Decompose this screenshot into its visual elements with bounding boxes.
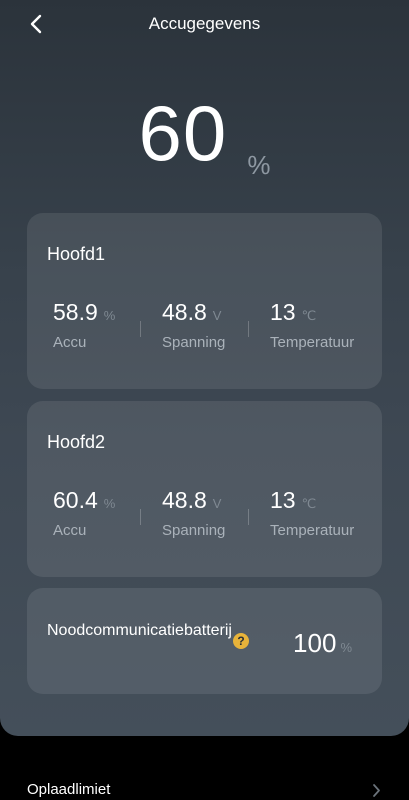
stat-charge: 60.4% Accu bbox=[53, 487, 115, 539]
emergency-battery-value: 100 bbox=[293, 628, 337, 658]
battery-stats: 58.9% Accu 48.8 V Spanning 13 ℃ Temperatuu… bbox=[27, 299, 382, 359]
stat-label: Temperatuur bbox=[270, 522, 355, 539]
stat-unit: % bbox=[103, 308, 116, 323]
charge-limit-label: Oplaadlimiet bbox=[27, 781, 111, 798]
stat-temperature: 13 ℃ Temperatuur bbox=[270, 299, 354, 351]
stat-temperature: 13 ℃ Temperatuur bbox=[270, 487, 354, 539]
divider bbox=[140, 509, 141, 525]
stat-label: Spanning bbox=[162, 334, 226, 351]
charge-limit-row[interactable]: Oplaadlimiet bbox=[0, 770, 409, 800]
stat-unit: ℃ bbox=[301, 496, 317, 511]
divider bbox=[248, 509, 249, 525]
stat-label: Accu bbox=[53, 334, 87, 351]
total-charge-unit: % bbox=[247, 150, 271, 180]
emergency-battery-value-wrap: 100% bbox=[293, 628, 352, 659]
emergency-battery-label: Noodcommunicatiebatterij bbox=[47, 622, 232, 639]
stat-label: Accu bbox=[53, 522, 87, 539]
divider bbox=[140, 321, 141, 337]
stat-value: 48.8 bbox=[162, 487, 207, 513]
battery-name: Hoofd2 bbox=[47, 432, 106, 452]
page-title: Accugegevens bbox=[148, 14, 261, 33]
battery-stats: 60.4% Accu 48.8 V Spanning 13 ℃ Temperatuu… bbox=[27, 487, 382, 547]
stat-voltage: 48.8 V Spanning bbox=[162, 299, 225, 351]
stat-unit: % bbox=[103, 496, 116, 511]
battery-panel: Accugegevens 60% Hoofd1 58.9% Accu 48.8 V… bbox=[0, 0, 409, 736]
stat-value: 48.8 bbox=[162, 299, 207, 325]
stat-value: 13 bbox=[270, 487, 296, 513]
stat-unit: V bbox=[212, 496, 222, 511]
stat-label: Temperatuur bbox=[270, 334, 355, 351]
emergency-battery-unit: % bbox=[340, 640, 352, 655]
header: Accugegevens bbox=[0, 0, 409, 48]
screen: Accugegevens 60% Hoofd1 58.9% Accu 48.8 V… bbox=[0, 0, 409, 800]
stat-charge: 58.9% Accu bbox=[53, 299, 115, 351]
stat-value: 13 bbox=[270, 299, 296, 325]
stat-value: 58.9 bbox=[53, 299, 98, 325]
divider bbox=[248, 321, 249, 337]
battery-card-hoofd2: Hoofd2 60.4% Accu 48.8 V Spanning 13 ℃ Tem… bbox=[27, 401, 382, 577]
stat-voltage: 48.8 V Spanning bbox=[162, 487, 225, 539]
total-charge-value: 60 bbox=[138, 89, 228, 177]
stat-unit: V bbox=[212, 308, 222, 323]
battery-name: Hoofd1 bbox=[47, 244, 106, 264]
battery-card-hoofd1: Hoofd1 58.9% Accu 48.8 V Spanning 13 ℃ Tem… bbox=[27, 213, 382, 389]
emergency-battery-card: Noodcommunicatiebatterij ? 100% bbox=[27, 588, 382, 694]
question-circle-icon[interactable]: ? bbox=[233, 633, 249, 649]
chevron-right-icon bbox=[373, 784, 380, 797]
stat-unit: ℃ bbox=[301, 308, 317, 323]
stat-label: Spanning bbox=[162, 522, 226, 539]
stat-value: 60.4 bbox=[53, 487, 98, 513]
total-charge: 60% bbox=[0, 88, 409, 180]
